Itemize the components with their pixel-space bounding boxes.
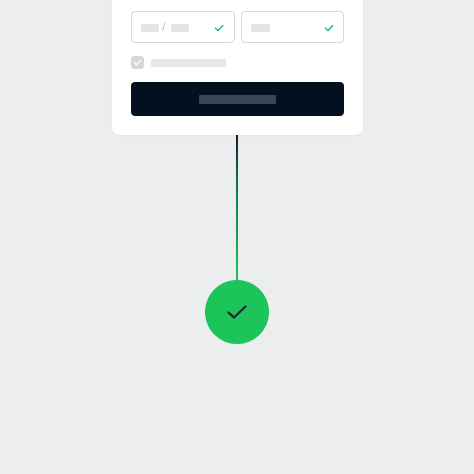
checkmark-icon: [133, 59, 142, 66]
stage: /: [0, 0, 474, 474]
agree-checkbox[interactable]: [131, 56, 144, 69]
expiry-year-placeholder: [171, 24, 189, 32]
success-indicator: [205, 280, 269, 344]
expiry-date-field[interactable]: /: [131, 11, 235, 43]
progress-connector-line: [236, 135, 238, 282]
expiry-separator: /: [162, 20, 166, 34]
checkmark-icon: [214, 24, 224, 32]
checkmark-icon: [227, 305, 247, 319]
submit-button[interactable]: [131, 82, 344, 116]
cvc-placeholder: [251, 24, 270, 32]
checkmark-icon: [324, 24, 334, 32]
cvc-field[interactable]: [241, 11, 344, 43]
agree-checkbox-label-placeholder: [151, 59, 226, 67]
submit-button-label-placeholder: [199, 95, 276, 104]
expiry-month-placeholder: [141, 24, 159, 32]
payment-form-card: /: [112, 0, 363, 135]
